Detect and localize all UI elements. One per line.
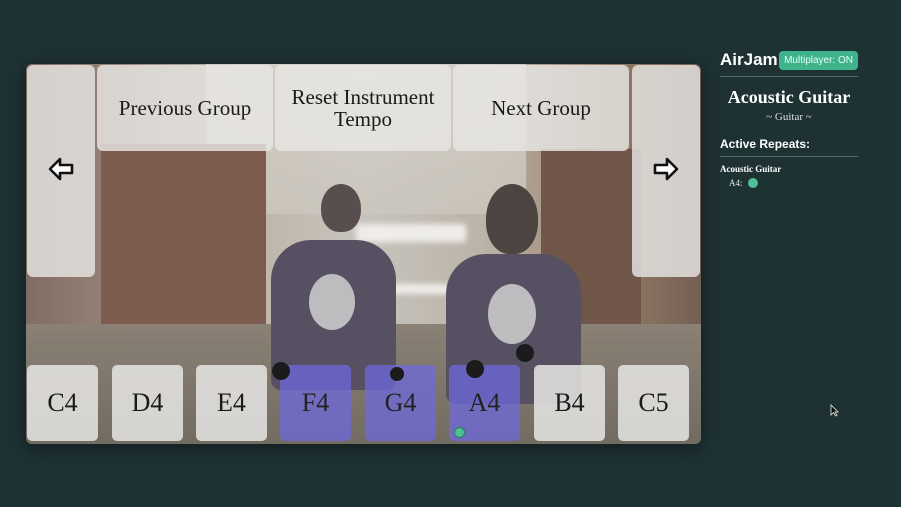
repeat-toggle-dot[interactable] bbox=[747, 178, 758, 188]
instrument-name: Acoustic Guitar bbox=[727, 87, 851, 107]
panel-header: AirJam Multiplayer: ON bbox=[720, 46, 858, 77]
repeat-row: A4: bbox=[720, 178, 858, 188]
app-brand: AirJam bbox=[720, 50, 778, 69]
repeat-instrument: Acoustic Guitar bbox=[720, 164, 782, 174]
note-key-b4[interactable]: B4 bbox=[534, 365, 605, 441]
note-key-c4[interactable]: C4 bbox=[27, 365, 98, 441]
repeat-note: A4: bbox=[729, 178, 743, 188]
previous-group-label: Previous Group bbox=[118, 96, 252, 120]
note-key-d4[interactable]: D4 bbox=[112, 365, 183, 441]
note-key-c5[interactable]: C5 bbox=[618, 365, 689, 441]
note-label: C5 bbox=[638, 388, 669, 417]
previous-group-button[interactable]: Previous Group bbox=[97, 65, 273, 151]
hand-marker bbox=[466, 360, 484, 378]
note-key-f4[interactable]: F4 bbox=[280, 365, 351, 441]
note-label: G4 bbox=[384, 388, 417, 417]
active-repeats-title: Active Repeats: bbox=[720, 137, 858, 157]
note-label: D4 bbox=[131, 388, 164, 417]
hand-marker bbox=[516, 344, 534, 362]
previous-arrow-button[interactable] bbox=[27, 65, 95, 277]
note-label: F4 bbox=[301, 388, 330, 417]
hand-marker bbox=[272, 362, 290, 380]
multiplayer-badge[interactable]: Multiplayer: ON bbox=[779, 50, 858, 70]
note-key-e4[interactable]: E4 bbox=[196, 365, 267, 441]
camera-stage: Previous Group Reset Instrument Tempo Ne… bbox=[26, 64, 701, 444]
side-panel: AirJam Multiplayer: ON Acoustic Guitar ~… bbox=[720, 46, 858, 188]
instrument-family: ~ Guitar ~ bbox=[766, 111, 812, 123]
note-label: C4 bbox=[47, 388, 78, 417]
hand-marker bbox=[390, 367, 404, 381]
next-group-button[interactable]: Next Group bbox=[453, 65, 629, 151]
note-label: A4 bbox=[468, 388, 501, 417]
arrow-right-icon bbox=[653, 157, 679, 186]
next-arrow-button[interactable] bbox=[632, 65, 700, 277]
next-group-label: Next Group bbox=[491, 96, 591, 120]
note-label: B4 bbox=[554, 388, 585, 417]
repeat-indicator-dot bbox=[454, 427, 465, 438]
reset-tempo-label: Reset Instrument Tempo bbox=[291, 85, 435, 131]
reset-tempo-button[interactable]: Reset Instrument Tempo bbox=[275, 65, 451, 151]
mouse-cursor-icon bbox=[830, 404, 839, 422]
note-label: E4 bbox=[217, 388, 246, 417]
arrow-left-icon bbox=[48, 157, 74, 186]
